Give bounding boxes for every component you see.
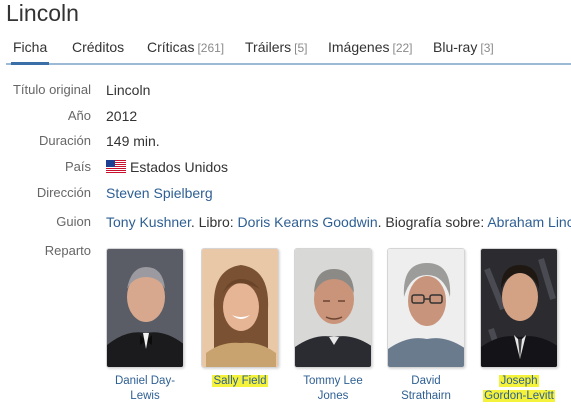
cast-name-line1: Daniel Day-	[114, 375, 176, 387]
screenplay-value: Tony Kushner. Libro: Doris Kearns Goodwi…	[106, 212, 571, 232]
info-label: País	[64, 159, 91, 174]
tab-count: [22]	[392, 41, 413, 55]
tab-count: [3]	[480, 41, 494, 55]
info-row-pais: País Estados Unidos	[0, 157, 571, 179]
cast-member[interactable]: David Strathairn	[385, 248, 467, 404]
us-flag-icon	[106, 160, 126, 173]
director-link[interactable]: Steven Spielberg	[106, 183, 213, 203]
cast-name-line1: Joseph	[499, 375, 539, 387]
tab-label: Ficha	[13, 39, 48, 55]
info-row-anio: Año 2012	[0, 106, 571, 128]
cast-member[interactable]: Sally Field	[199, 248, 281, 389]
tab-trailers[interactable]: Tráilers [5]	[245, 39, 308, 55]
cast-member[interactable]: Joseph Gordon-Levitt	[478, 248, 560, 404]
tab-label: Tráilers	[245, 39, 292, 55]
book-author-link[interactable]: Doris Kearns Goodwin	[238, 214, 378, 230]
actor-photo[interactable]	[294, 248, 372, 368]
cast-member[interactable]: Tommy Lee Jones	[292, 248, 374, 404]
screenplay-separator: . Biografía sobre:	[377, 214, 488, 230]
info-label: Reparto	[44, 243, 91, 258]
info-label: Guion	[56, 214, 91, 229]
info-label: Año	[67, 108, 91, 123]
info-row-duracion: Duración 149 min.	[0, 131, 571, 153]
tab-imagenes[interactable]: Imágenes [22]	[328, 39, 413, 55]
year-value: 2012	[106, 108, 138, 124]
info-label: Duración	[38, 133, 91, 148]
country-value: Estados Unidos	[106, 157, 228, 177]
country-name: Estados Unidos	[130, 159, 229, 175]
info-row-direccion: Dirección Steven Spielberg	[0, 183, 571, 205]
actor-photo[interactable]	[106, 248, 184, 368]
writer-link[interactable]: Tony Kushner	[106, 214, 191, 230]
tab-count: [261]	[197, 41, 225, 55]
info-label: Título original	[12, 82, 91, 97]
actor-photo[interactable]	[387, 248, 465, 368]
tab-label: Blu-ray	[433, 39, 478, 55]
cast-name-line1: David	[411, 375, 441, 387]
cast-name-line2: Jones	[317, 390, 349, 402]
tab-count: [5]	[294, 41, 308, 55]
cast-name[interactable]: Tommy Lee Jones	[292, 374, 374, 404]
tab-label: Críticas	[147, 39, 195, 55]
tab-label: Créditos	[72, 39, 125, 55]
cast-member[interactable]: Daniel Day- Lewis	[104, 248, 186, 404]
actor-photo[interactable]	[201, 248, 279, 368]
info-row-guion: Guion Tony Kushner. Libro: Doris Kearns …	[0, 212, 571, 234]
actor-photo[interactable]	[480, 248, 558, 368]
page-title: Lincoln	[6, 0, 79, 26]
biography-subject-link[interactable]: Abraham Linc	[487, 214, 571, 230]
tab-bluray[interactable]: Blu-ray [3]	[433, 39, 494, 55]
cast-name[interactable]: Joseph Gordon-Levitt	[478, 374, 560, 404]
tab-ficha[interactable]: Ficha	[10, 39, 50, 65]
cast-name[interactable]: David Strathairn	[385, 374, 467, 404]
tab-bar-underline	[6, 63, 571, 65]
cast-name-line1: Tommy Lee	[303, 375, 363, 387]
cast-name-line2: Lewis	[130, 390, 160, 402]
tab-bar: Ficha Créditos Críticas [261] Tráilers [5]…	[0, 36, 571, 65]
cast-name-line1: Sally Field	[212, 375, 268, 387]
cast-name[interactable]: Daniel Day- Lewis	[104, 374, 186, 404]
info-label: Dirección	[36, 185, 91, 200]
tab-label: Imágenes	[328, 39, 390, 55]
screenplay-separator: . Libro:	[190, 214, 238, 230]
info-row-titulo-original: Título original Lincoln	[0, 80, 571, 102]
cast-name-line2: Gordon-Levitt	[483, 390, 555, 402]
original-title-value: Lincoln	[106, 82, 151, 98]
duration-value: 149 min.	[106, 133, 160, 149]
cast-name-line2: Strathairn	[401, 390, 451, 402]
tab-creditos[interactable]: Créditos	[72, 39, 124, 55]
cast-name[interactable]: Sally Field	[199, 374, 281, 389]
tab-criticas[interactable]: Críticas [261]	[147, 39, 224, 55]
